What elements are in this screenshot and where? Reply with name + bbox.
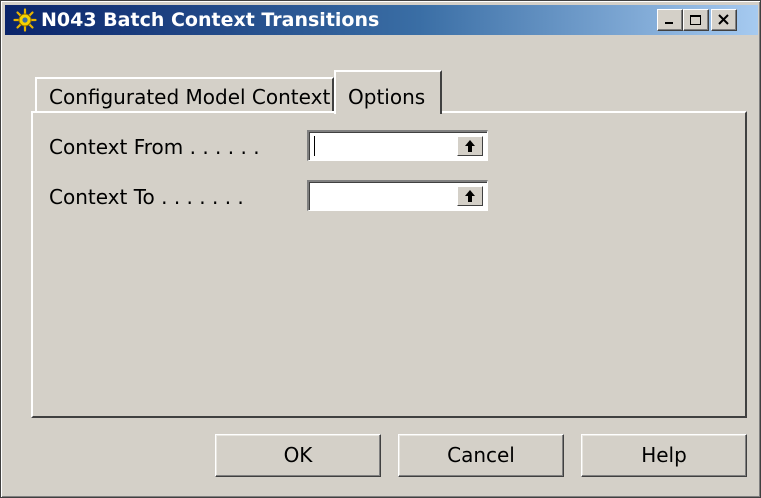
tab-panel-options: Context From . . . . . . Context To . . …	[31, 111, 747, 418]
context-to-input[interactable]	[307, 180, 488, 211]
gear-icon	[13, 8, 37, 32]
context-from-label: Context From . . . . . .	[49, 135, 260, 159]
minimize-button[interactable]	[657, 9, 683, 31]
text-caret	[314, 136, 315, 156]
tab-label: Configurated Model Context	[49, 85, 331, 109]
close-icon	[718, 14, 729, 25]
maximize-button[interactable]	[683, 9, 709, 31]
maximize-icon	[690, 15, 701, 25]
up-arrow-icon	[465, 190, 475, 202]
dialog-window: N043 Batch Context Transitions Configura…	[0, 0, 761, 498]
tab-options[interactable]: Options	[334, 70, 442, 114]
window-title: N043 Batch Context Transitions	[41, 9, 380, 31]
help-button[interactable]: Help	[581, 434, 747, 477]
context-to-label: Context To . . . . . . .	[49, 185, 244, 209]
tab-configurated-model-context[interactable]: Configurated Model Context	[35, 77, 334, 113]
cancel-button[interactable]: Cancel	[398, 434, 564, 477]
context-from-lookup-button[interactable]	[457, 136, 483, 156]
context-from-input[interactable]	[307, 130, 488, 161]
minimize-icon	[665, 22, 673, 24]
up-arrow-icon	[465, 140, 475, 152]
ok-button[interactable]: OK	[215, 434, 381, 477]
tab-label: Options	[348, 85, 426, 109]
context-to-lookup-button[interactable]	[457, 186, 483, 206]
close-button[interactable]	[711, 9, 737, 31]
title-bar[interactable]: N043 Batch Context Transitions	[5, 5, 758, 35]
